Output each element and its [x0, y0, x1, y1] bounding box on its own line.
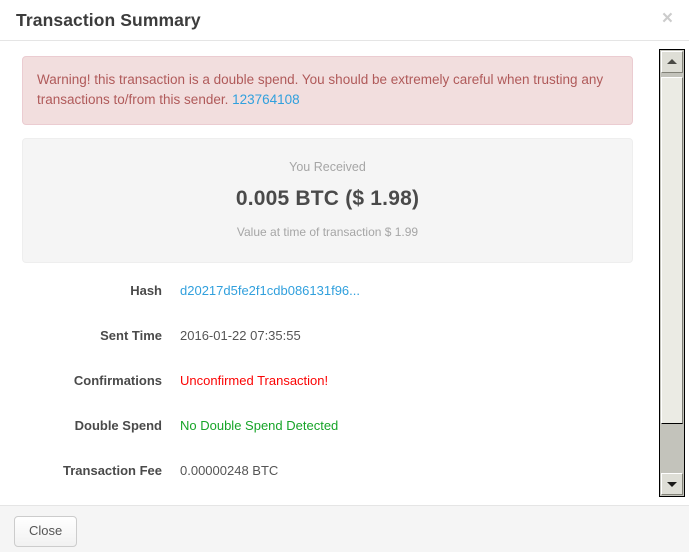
- detail-row: Confirmations Unconfirmed Transaction!: [22, 366, 633, 411]
- detail-value-confirmations: Unconfirmed Transaction!: [180, 373, 329, 388]
- double-spend-warning-alert: Warning! this transaction is a double sp…: [22, 56, 633, 125]
- scrollbar-thumb[interactable]: [661, 77, 683, 424]
- detail-value-sent-time: 2016-01-22 07:35:55: [180, 328, 301, 343]
- detail-value-hash[interactable]: d20217d5fe2f1cdb086131f96...: [162, 276, 360, 298]
- detail-value-double-spend: No Double Spend Detected: [180, 418, 339, 433]
- detail-row: Transaction Fee 0.00000248 BTC: [22, 456, 633, 501]
- detail-row: Hash d20217d5fe2f1cdb086131f96...: [22, 276, 633, 321]
- received-value-at-time: Value at time of transaction $ 1.99: [236, 225, 419, 239]
- vertical-scrollbar[interactable]: [655, 41, 689, 505]
- transaction-details-list: Hash d20217d5fe2f1cdb086131f96... Sent Tim…: [22, 276, 633, 501]
- detail-row: Sent Time 2016-01-22 07:35:55: [22, 321, 633, 366]
- transaction-summary-modal: Transaction Summary × Warning! this tran…: [0, 0, 689, 552]
- detail-row: Double Spend No Double Spend Detected: [22, 411, 633, 456]
- amount-received-panel: You Received 0.005 BTC ($ 1.98) Value at…: [22, 138, 633, 263]
- modal-body: Warning! this transaction is a double sp…: [0, 41, 655, 505]
- detail-label-transaction-fee: Transaction Fee: [63, 463, 162, 478]
- page-title: Transaction Summary: [16, 9, 201, 30]
- scrollbar-track[interactable]: [659, 49, 685, 497]
- detail-label-hash: Hash: [130, 283, 162, 298]
- close-button[interactable]: Close: [14, 516, 78, 547]
- scroll-up-button[interactable]: [661, 51, 683, 73]
- scroll-up-arrow-icon: [667, 59, 677, 64]
- warning-transaction-link[interactable]: 123764108: [232, 92, 300, 107]
- detail-label-sent-time: Sent Time: [100, 328, 162, 343]
- close-icon[interactable]: ×: [660, 9, 675, 28]
- warning-message: Warning! this transaction is a double sp…: [37, 72, 604, 107]
- detail-label-double-spend: Double Spend: [74, 418, 162, 433]
- modal-body-wrapper: Warning! this transaction is a double sp…: [0, 41, 689, 505]
- modal-header: Transaction Summary ×: [0, 0, 689, 41]
- modal-footer: Close: [0, 505, 689, 552]
- scroll-down-button[interactable]: [661, 473, 683, 495]
- received-label: You Received: [289, 160, 366, 174]
- detail-value-transaction-fee: 0.00000248 BTC: [180, 463, 279, 478]
- detail-label-confirmations: Confirmations: [73, 373, 162, 388]
- received-amount: 0.005 BTC ($ 1.98): [235, 187, 420, 210]
- scroll-down-arrow-icon: [667, 482, 677, 487]
